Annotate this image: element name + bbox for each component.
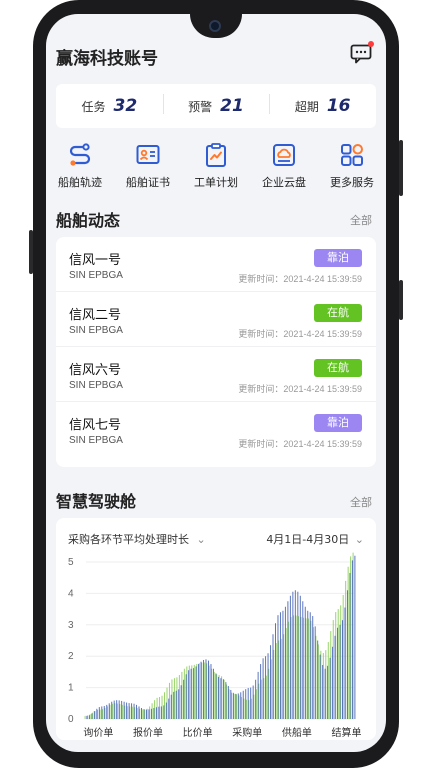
metric-select[interactable]: 采购各环节平均处理时长 ⌄	[68, 531, 206, 547]
shortcut-label: 船舶轨迹	[58, 176, 102, 189]
ship-list-item[interactable]: 信风二号 SIN EPBGA 在航 更新时间：2021-4-24 15:39:5…	[56, 292, 376, 347]
update-time: 更新时间：2021-4-24 15:39:59	[238, 439, 362, 449]
shortcut-label: 更多服务	[330, 176, 374, 189]
ship-code: SIN EPBGA	[69, 435, 123, 446]
y-tick-label: 3	[68, 620, 74, 631]
ship-code: SIN EPBGA	[69, 325, 123, 336]
shortcut-grid: 船舶轨迹 船舶证书 工单计划 企业云盘 更多服务	[46, 142, 386, 202]
update-time: 更新时间：2021-4-24 15:39:59	[238, 329, 362, 339]
shortcut-label: 工单计划	[194, 176, 238, 189]
shortcut-ship-certificate[interactable]: 船舶证书	[114, 142, 182, 202]
power-button	[399, 140, 403, 196]
stat-overdue[interactable]: 超期 16	[269, 94, 376, 116]
y-tick-label: 1	[68, 683, 74, 694]
side-button	[399, 280, 403, 320]
y-tick-label: 4	[68, 588, 74, 599]
stat-label: 超期	[294, 100, 319, 114]
app-header: 赢海科技账号	[56, 41, 376, 70]
page-title: 赢海科技账号	[56, 49, 158, 69]
shortcut-label: 企业云盘	[262, 176, 306, 189]
ship-code: SIN EPBGA	[69, 380, 123, 391]
shortcut-work-order[interactable]: 工单计划	[182, 142, 250, 202]
cockpit-section-title: 智慧驾驶舱	[56, 492, 137, 511]
ship-list-item[interactable]: 信风六号 SIN EPBGA 在航 更新时间：2021-4-24 15:39:5…	[56, 347, 376, 402]
chat-icon	[350, 44, 372, 64]
x-tick-label: 报价单	[133, 726, 163, 739]
message-button[interactable]	[350, 41, 374, 64]
volume-button	[29, 230, 33, 274]
stat-label: 预警	[188, 100, 213, 114]
shortcut-more-services[interactable]: 更多服务	[318, 142, 386, 202]
chevron-down-icon: ⌄	[196, 533, 206, 546]
ship-name: 信风六号	[69, 363, 122, 378]
clipboard-chart-icon	[206, 143, 226, 167]
cockpit-view-all-link[interactable]: 全部	[350, 494, 372, 510]
chevron-down-icon: ⌄	[354, 533, 364, 546]
x-tick-label: 比价单	[183, 727, 213, 739]
status-badge: 在航	[314, 359, 362, 377]
stat-value: 16	[326, 96, 351, 116]
app-screen: 赢海科技账号 任务 32 预警 21 超期 16 船舶轨迹 船舶证书 工单计划 …	[46, 14, 386, 752]
ship-list: 信风一号 SIN EPBGA 靠泊 更新时间：2021-4-24 15:39:5…	[56, 237, 376, 467]
stat-value: 32	[113, 96, 138, 116]
cloud-drive-icon	[273, 144, 295, 166]
x-tick-label: 询价单	[83, 726, 113, 739]
grid-more-icon	[341, 144, 363, 166]
ship-name: 信风二号	[69, 308, 122, 323]
stat-label: 任务	[81, 100, 106, 114]
date-range-label: 4月1日-4月30日	[266, 533, 350, 546]
notification-dot	[368, 41, 374, 47]
status-badge: 在航	[314, 304, 362, 322]
date-range-select[interactable]: 4月1日-4月30日 ⌄	[266, 531, 364, 547]
x-tick-label: 供船单	[282, 726, 312, 739]
y-tick-label: 0	[68, 714, 74, 725]
stats-bar: 任务 32 预警 21 超期 16	[56, 84, 376, 128]
x-tick-label: 采购单	[232, 726, 262, 739]
y-tick-label: 2	[68, 651, 74, 662]
ship-name: 信风一号	[69, 253, 122, 268]
x-tick-label: 结算单	[332, 726, 362, 739]
ship-list-item[interactable]: 信风一号 SIN EPBGA 靠泊 更新时间：2021-4-24 15:39:5…	[56, 237, 376, 292]
stat-task[interactable]: 任务 32	[56, 96, 163, 116]
certificate-icon	[136, 145, 160, 164]
status-badge: 靠泊	[314, 414, 362, 432]
stat-value: 21	[220, 96, 244, 116]
stat-warning[interactable]: 预警 21	[162, 94, 270, 116]
ship-section-title: 船舶动态	[56, 211, 121, 230]
shortcut-cloud-drive[interactable]: 企业云盘	[250, 142, 318, 202]
y-tick-label: 5	[68, 557, 74, 568]
update-time: 更新时间：2021-4-24 15:39:59	[238, 384, 362, 394]
ship-code: SIN EPBGA	[69, 270, 123, 281]
ship-view-all-link[interactable]: 全部	[350, 212, 372, 228]
ship-name: 信风七号	[69, 418, 122, 433]
chart-card: 采购各环节平均处理时长 ⌄ 4月1日-4月30日 ⌄ 0 1 2 3 4 5 询价单 报价单 比…	[56, 518, 376, 740]
shortcut-label: 船舶证书	[126, 176, 170, 189]
processing-time-chart: 0 1 2 3 4 5 询价单 报价单 比价单 采购单 供船单 结算单	[68, 552, 362, 739]
status-badge: 靠泊	[314, 249, 362, 267]
metric-select-label: 采购各环节平均处理时长	[68, 533, 189, 546]
front-camera	[209, 20, 221, 32]
ship-list-item[interactable]: 信风七号 SIN EPBGA 靠泊 更新时间：2021-4-24 15:39:5…	[56, 402, 376, 457]
update-time: 更新时间：2021-4-24 15:39:59	[238, 274, 362, 284]
shortcut-ship-track[interactable]: 船舶轨迹	[46, 142, 114, 202]
route-icon	[69, 143, 91, 166]
